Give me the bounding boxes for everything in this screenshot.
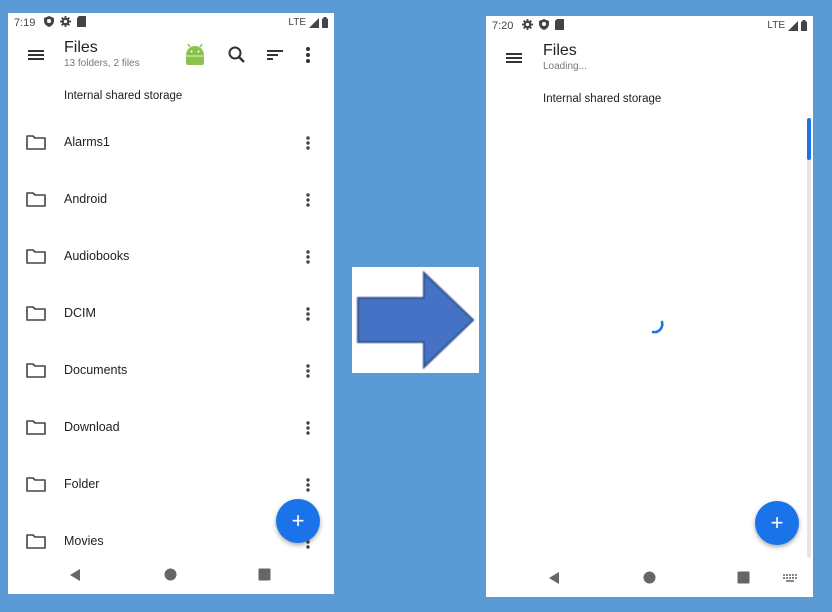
folder-name: Download: [64, 420, 120, 434]
status-icons-left: [44, 16, 86, 27]
home-icon[interactable]: [164, 568, 177, 581]
sd-card-icon: [77, 16, 86, 27]
back-icon[interactable]: [69, 568, 81, 582]
list-item[interactable]: Folder: [8, 466, 334, 506]
navigation-bar: [486, 561, 813, 597]
scrollbar-thumb[interactable]: [807, 118, 811, 160]
more-vert-icon[interactable]: [300, 418, 316, 438]
list-item[interactable]: Alarms1: [8, 124, 334, 164]
recents-icon[interactable]: [737, 571, 750, 584]
folder-icon: [26, 420, 46, 435]
signal-icon: [309, 17, 319, 28]
shield-icon: [44, 16, 54, 27]
folder-name: DCIM: [64, 306, 96, 320]
right-phone-screen: 7:20 LTE Files Loading... Internal share…: [486, 16, 813, 597]
loading-spinner-icon: [651, 320, 664, 334]
app-bar: Files Loading...: [486, 36, 813, 84]
more-vert-icon[interactable]: [300, 475, 316, 495]
status-bar: 7:19 LTE: [8, 13, 334, 33]
gear-icon: [60, 16, 71, 27]
folder-icon: [26, 306, 46, 321]
page-subtitle: 13 folders, 2 files: [64, 58, 140, 69]
recents-icon[interactable]: [258, 568, 271, 581]
list-item[interactable]: Audiobooks: [8, 238, 334, 278]
folder-name: Alarms1: [64, 135, 110, 149]
keyboard-icon[interactable]: [783, 574, 797, 582]
folder-name: Folder: [64, 477, 100, 491]
status-icons-right: LTE: [288, 17, 328, 28]
list-item[interactable]: Download: [8, 409, 334, 449]
folder-name: Documents: [64, 363, 128, 377]
network-type: LTE: [288, 17, 306, 28]
status-bar: 7:20 LTE: [486, 16, 813, 36]
more-vert-icon[interactable]: [300, 247, 316, 267]
shield-icon: [539, 19, 549, 30]
folder-icon: [26, 249, 46, 264]
app-bar: Files 13 folders, 2 files: [8, 33, 334, 81]
home-icon[interactable]: [643, 571, 656, 584]
left-phone-screen: 7:19 LTE Files 13 folders, 2 files Inter…: [8, 13, 334, 594]
gear-icon: [522, 19, 533, 30]
folder-icon: [26, 192, 46, 207]
transition-arrow: [352, 267, 479, 373]
arrow-right-icon: [357, 270, 475, 370]
more-vert-icon[interactable]: [300, 133, 316, 153]
menu-icon[interactable]: [26, 45, 46, 65]
sd-card-icon: [555, 19, 564, 30]
folder-icon: [26, 477, 46, 492]
status-icons-right: LTE: [767, 20, 807, 31]
list-item[interactable]: Android: [8, 181, 334, 221]
more-vert-icon[interactable]: [300, 304, 316, 324]
add-button[interactable]: +: [276, 499, 320, 543]
list-item[interactable]: Documents: [8, 352, 334, 392]
status-icons-left: [522, 19, 564, 30]
more-vert-icon[interactable]: [296, 43, 320, 67]
more-vert-icon[interactable]: [300, 361, 316, 381]
list-item[interactable]: DCIM: [8, 295, 334, 335]
battery-icon: [801, 20, 807, 31]
signal-icon: [788, 20, 798, 31]
status-time: 7:19: [14, 17, 36, 29]
folder-name: Android: [64, 192, 108, 206]
scrollbar[interactable]: [807, 118, 811, 558]
page-title: Files: [543, 42, 577, 59]
sort-icon[interactable]: [263, 43, 287, 67]
folder-icon: [26, 534, 46, 549]
page-subtitle: Loading...: [543, 61, 587, 72]
network-type: LTE: [767, 20, 785, 31]
storage-label[interactable]: Internal shared storage: [543, 93, 661, 105]
more-vert-icon[interactable]: [300, 190, 316, 210]
folder-name: Audiobooks: [64, 249, 130, 263]
add-button[interactable]: +: [755, 501, 799, 545]
page-title: Files: [64, 39, 98, 56]
folder-icon: [26, 135, 46, 150]
battery-icon: [322, 17, 328, 28]
status-time: 7:20: [492, 20, 514, 32]
folder-icon: [26, 363, 46, 378]
search-icon[interactable]: [225, 43, 249, 67]
menu-icon[interactable]: [504, 48, 524, 68]
title-block: Files Loading...: [543, 42, 587, 72]
title-block: Files 13 folders, 2 files: [64, 39, 140, 69]
navigation-bar: [8, 558, 334, 594]
storage-label[interactable]: Internal shared storage: [64, 90, 182, 102]
back-icon[interactable]: [548, 571, 560, 585]
android-icon[interactable]: [183, 42, 207, 66]
folder-name: Movies: [64, 534, 104, 548]
